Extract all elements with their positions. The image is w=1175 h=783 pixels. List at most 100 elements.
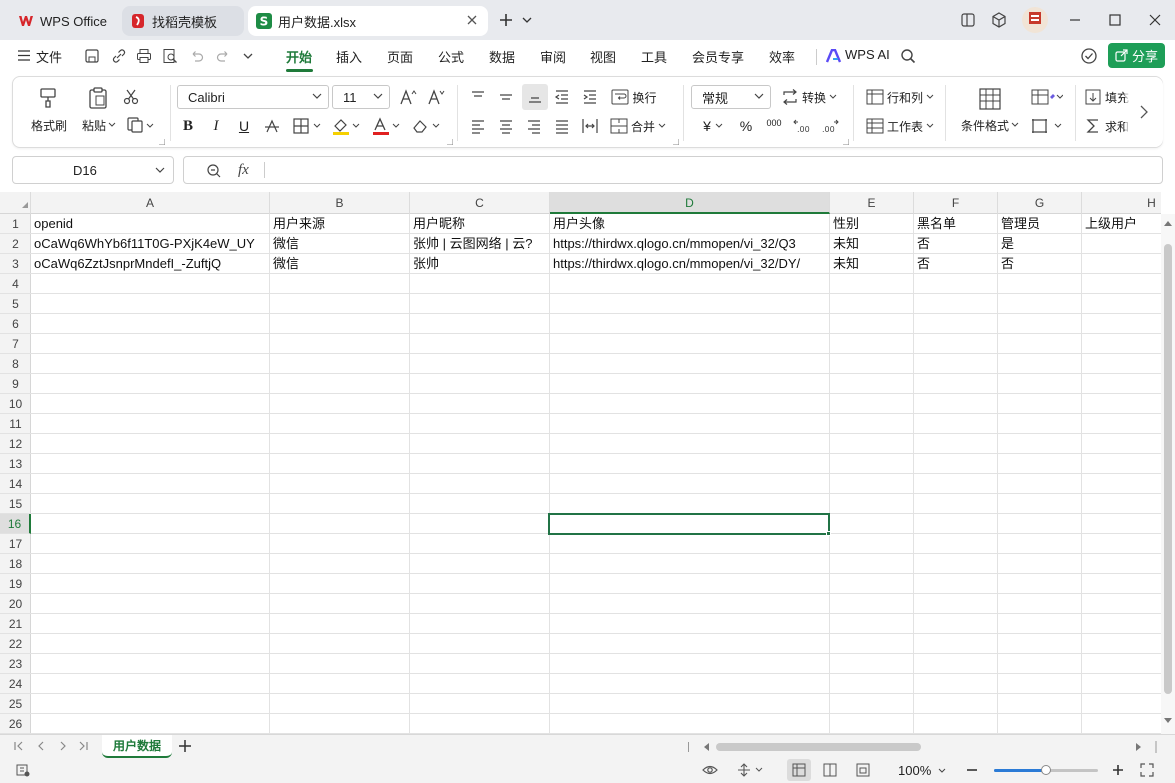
cell-c2[interactable]: 张帅 | 云图网络 | 云? bbox=[410, 234, 549, 254]
cell-b3[interactable]: 微信 bbox=[270, 254, 409, 274]
eye-protection-icon[interactable] bbox=[702, 763, 718, 777]
currency-button[interactable]: ¥ bbox=[697, 115, 729, 137]
font-name-select[interactable]: Calibri bbox=[177, 85, 329, 109]
formula-input[interactable] bbox=[274, 163, 1144, 179]
macro-record-icon[interactable] bbox=[16, 763, 30, 777]
redo-icon[interactable] bbox=[215, 48, 231, 64]
row-header[interactable]: 24 bbox=[0, 674, 31, 694]
align-left-icon[interactable] bbox=[467, 115, 489, 137]
tab-view[interactable]: 视图 bbox=[590, 47, 616, 66]
layout-icon[interactable] bbox=[956, 8, 980, 32]
row-header[interactable]: 10 bbox=[0, 394, 31, 414]
format-painter-label[interactable]: 格式刷 bbox=[29, 117, 69, 133]
cell-a2[interactable]: oCaWq6WhYb6f11T0G-PXjK4eW_UY bbox=[31, 234, 269, 254]
row-header[interactable]: 9 bbox=[0, 374, 31, 394]
share-button[interactable]: 分享 bbox=[1108, 43, 1165, 68]
cloud-sync-icon[interactable] bbox=[1080, 47, 1098, 65]
column-header-e[interactable]: E bbox=[830, 192, 914, 214]
zoom-slider[interactable] bbox=[994, 765, 1098, 775]
decrease-font-icon[interactable] bbox=[425, 86, 447, 108]
hamburger-icon[interactable] bbox=[18, 50, 30, 61]
print-icon[interactable] bbox=[136, 48, 152, 64]
row-header[interactable]: 8 bbox=[0, 354, 31, 374]
tab-review[interactable]: 审阅 bbox=[540, 47, 566, 66]
insert-function-button[interactable]: fx bbox=[238, 162, 249, 179]
cell-d2[interactable]: https://thirdwx.qlogo.cn/mmopen/vi_32/Q3 bbox=[550, 234, 829, 254]
cell-f1[interactable]: 黑名单 bbox=[914, 214, 997, 234]
tab-tools[interactable]: 工具 bbox=[641, 47, 667, 66]
row-header[interactable]: 21 bbox=[0, 614, 31, 634]
column-header-h[interactable]: H bbox=[1082, 192, 1175, 214]
align-bottom-icon[interactable] bbox=[522, 84, 548, 110]
tab-user-data-xlsx[interactable]: S 用户数据.xlsx bbox=[248, 6, 488, 36]
undo-icon[interactable] bbox=[189, 48, 205, 64]
dialog-launcher-icon[interactable] bbox=[159, 139, 165, 145]
conditional-format-button[interactable]: 条件格式 bbox=[957, 117, 1023, 133]
justify-icon[interactable] bbox=[551, 115, 573, 137]
add-sheet-icon[interactable] bbox=[178, 739, 192, 753]
close-tab-icon[interactable] bbox=[466, 14, 478, 26]
bold-icon[interactable]: B bbox=[177, 115, 199, 137]
scroll-right-icon[interactable] bbox=[1136, 743, 1142, 751]
tab-data[interactable]: 数据 bbox=[489, 47, 515, 66]
cell-b2[interactable]: 微信 bbox=[270, 234, 409, 254]
dialog-launcher-icon[interactable] bbox=[843, 139, 849, 145]
conditional-format-icon[interactable] bbox=[975, 85, 1005, 113]
vertical-scrollbar[interactable] bbox=[1161, 214, 1175, 734]
thousands-separator-button[interactable]: 000 bbox=[763, 115, 785, 137]
row-header[interactable]: 13 bbox=[0, 454, 31, 474]
row-header-selected[interactable]: 16 bbox=[0, 514, 31, 534]
column-header-b[interactable]: B bbox=[270, 192, 410, 214]
link-icon[interactable] bbox=[111, 48, 127, 64]
avatar[interactable] bbox=[1022, 7, 1048, 33]
percent-button[interactable]: % bbox=[735, 115, 757, 137]
row-header[interactable]: 4 bbox=[0, 274, 31, 294]
align-center-icon[interactable] bbox=[495, 115, 517, 137]
cell-e2[interactable]: 未知 bbox=[830, 234, 913, 254]
dialog-launcher-icon[interactable] bbox=[447, 139, 453, 145]
row-header[interactable]: 25 bbox=[0, 694, 31, 714]
cell-style-icon[interactable] bbox=[1029, 86, 1065, 108]
zoom-dropdown-icon[interactable] bbox=[938, 768, 946, 774]
font-color-icon[interactable] bbox=[371, 115, 403, 137]
cut-icon[interactable] bbox=[119, 87, 143, 107]
tab-member[interactable]: 会员专享 bbox=[692, 47, 744, 66]
row-header[interactable]: 15 bbox=[0, 494, 31, 514]
align-top-icon[interactable] bbox=[467, 86, 489, 108]
paste-button[interactable]: 粘贴 bbox=[77, 117, 121, 133]
wps-ai-button[interactable]: WPS AI bbox=[845, 47, 890, 62]
row-header[interactable]: 5 bbox=[0, 294, 31, 314]
cell-g2[interactable]: 是 bbox=[998, 234, 1081, 254]
tab-docer-templates[interactable]: 找稻壳模板 bbox=[122, 6, 244, 36]
scroll-down-icon[interactable] bbox=[1164, 718, 1172, 724]
vertical-scroll-thumb[interactable] bbox=[1164, 244, 1172, 694]
cell-c3[interactable]: 张帅 bbox=[410, 254, 549, 274]
increase-indent-icon[interactable] bbox=[579, 86, 601, 108]
cell-f3[interactable]: 否 bbox=[914, 254, 997, 274]
tab-formula[interactable]: 公式 bbox=[438, 47, 464, 66]
more-chevron-icon[interactable] bbox=[243, 53, 253, 60]
cell-e3[interactable]: 未知 bbox=[830, 254, 913, 274]
selected-cell-d16[interactable] bbox=[548, 513, 830, 535]
borders-icon[interactable] bbox=[291, 115, 325, 137]
copy-icon[interactable] bbox=[123, 115, 157, 135]
cell-grid[interactable]: openid 用户来源 用户昵称 用户头像 性别 黑名单 管理员 上级用户 oC… bbox=[31, 214, 1161, 734]
rows-columns-button[interactable]: 行和列 bbox=[863, 86, 937, 108]
minimize-icon[interactable] bbox=[1063, 8, 1087, 32]
close-window-icon[interactable] bbox=[1143, 8, 1167, 32]
zoom-slider-thumb[interactable] bbox=[1041, 765, 1051, 775]
distributed-icon[interactable] bbox=[579, 115, 601, 137]
align-right-icon[interactable] bbox=[523, 115, 545, 137]
tab-home[interactable]: 开始 bbox=[286, 47, 312, 66]
paste-icon[interactable] bbox=[81, 85, 115, 111]
align-middle-icon[interactable] bbox=[495, 86, 517, 108]
cell-g3[interactable]: 否 bbox=[998, 254, 1081, 274]
tab-efficiency[interactable]: 效率 bbox=[769, 47, 795, 66]
sheet-tab-active[interactable]: 用户数据 bbox=[102, 735, 172, 758]
cell-a1[interactable]: openid bbox=[31, 214, 269, 234]
column-header-a[interactable]: A bbox=[31, 192, 270, 214]
row-header[interactable]: 11 bbox=[0, 414, 31, 434]
cell-c1[interactable]: 用户昵称 bbox=[410, 214, 549, 234]
next-sheet-icon[interactable] bbox=[58, 741, 68, 751]
cell-borders-icon[interactable] bbox=[1029, 115, 1065, 137]
